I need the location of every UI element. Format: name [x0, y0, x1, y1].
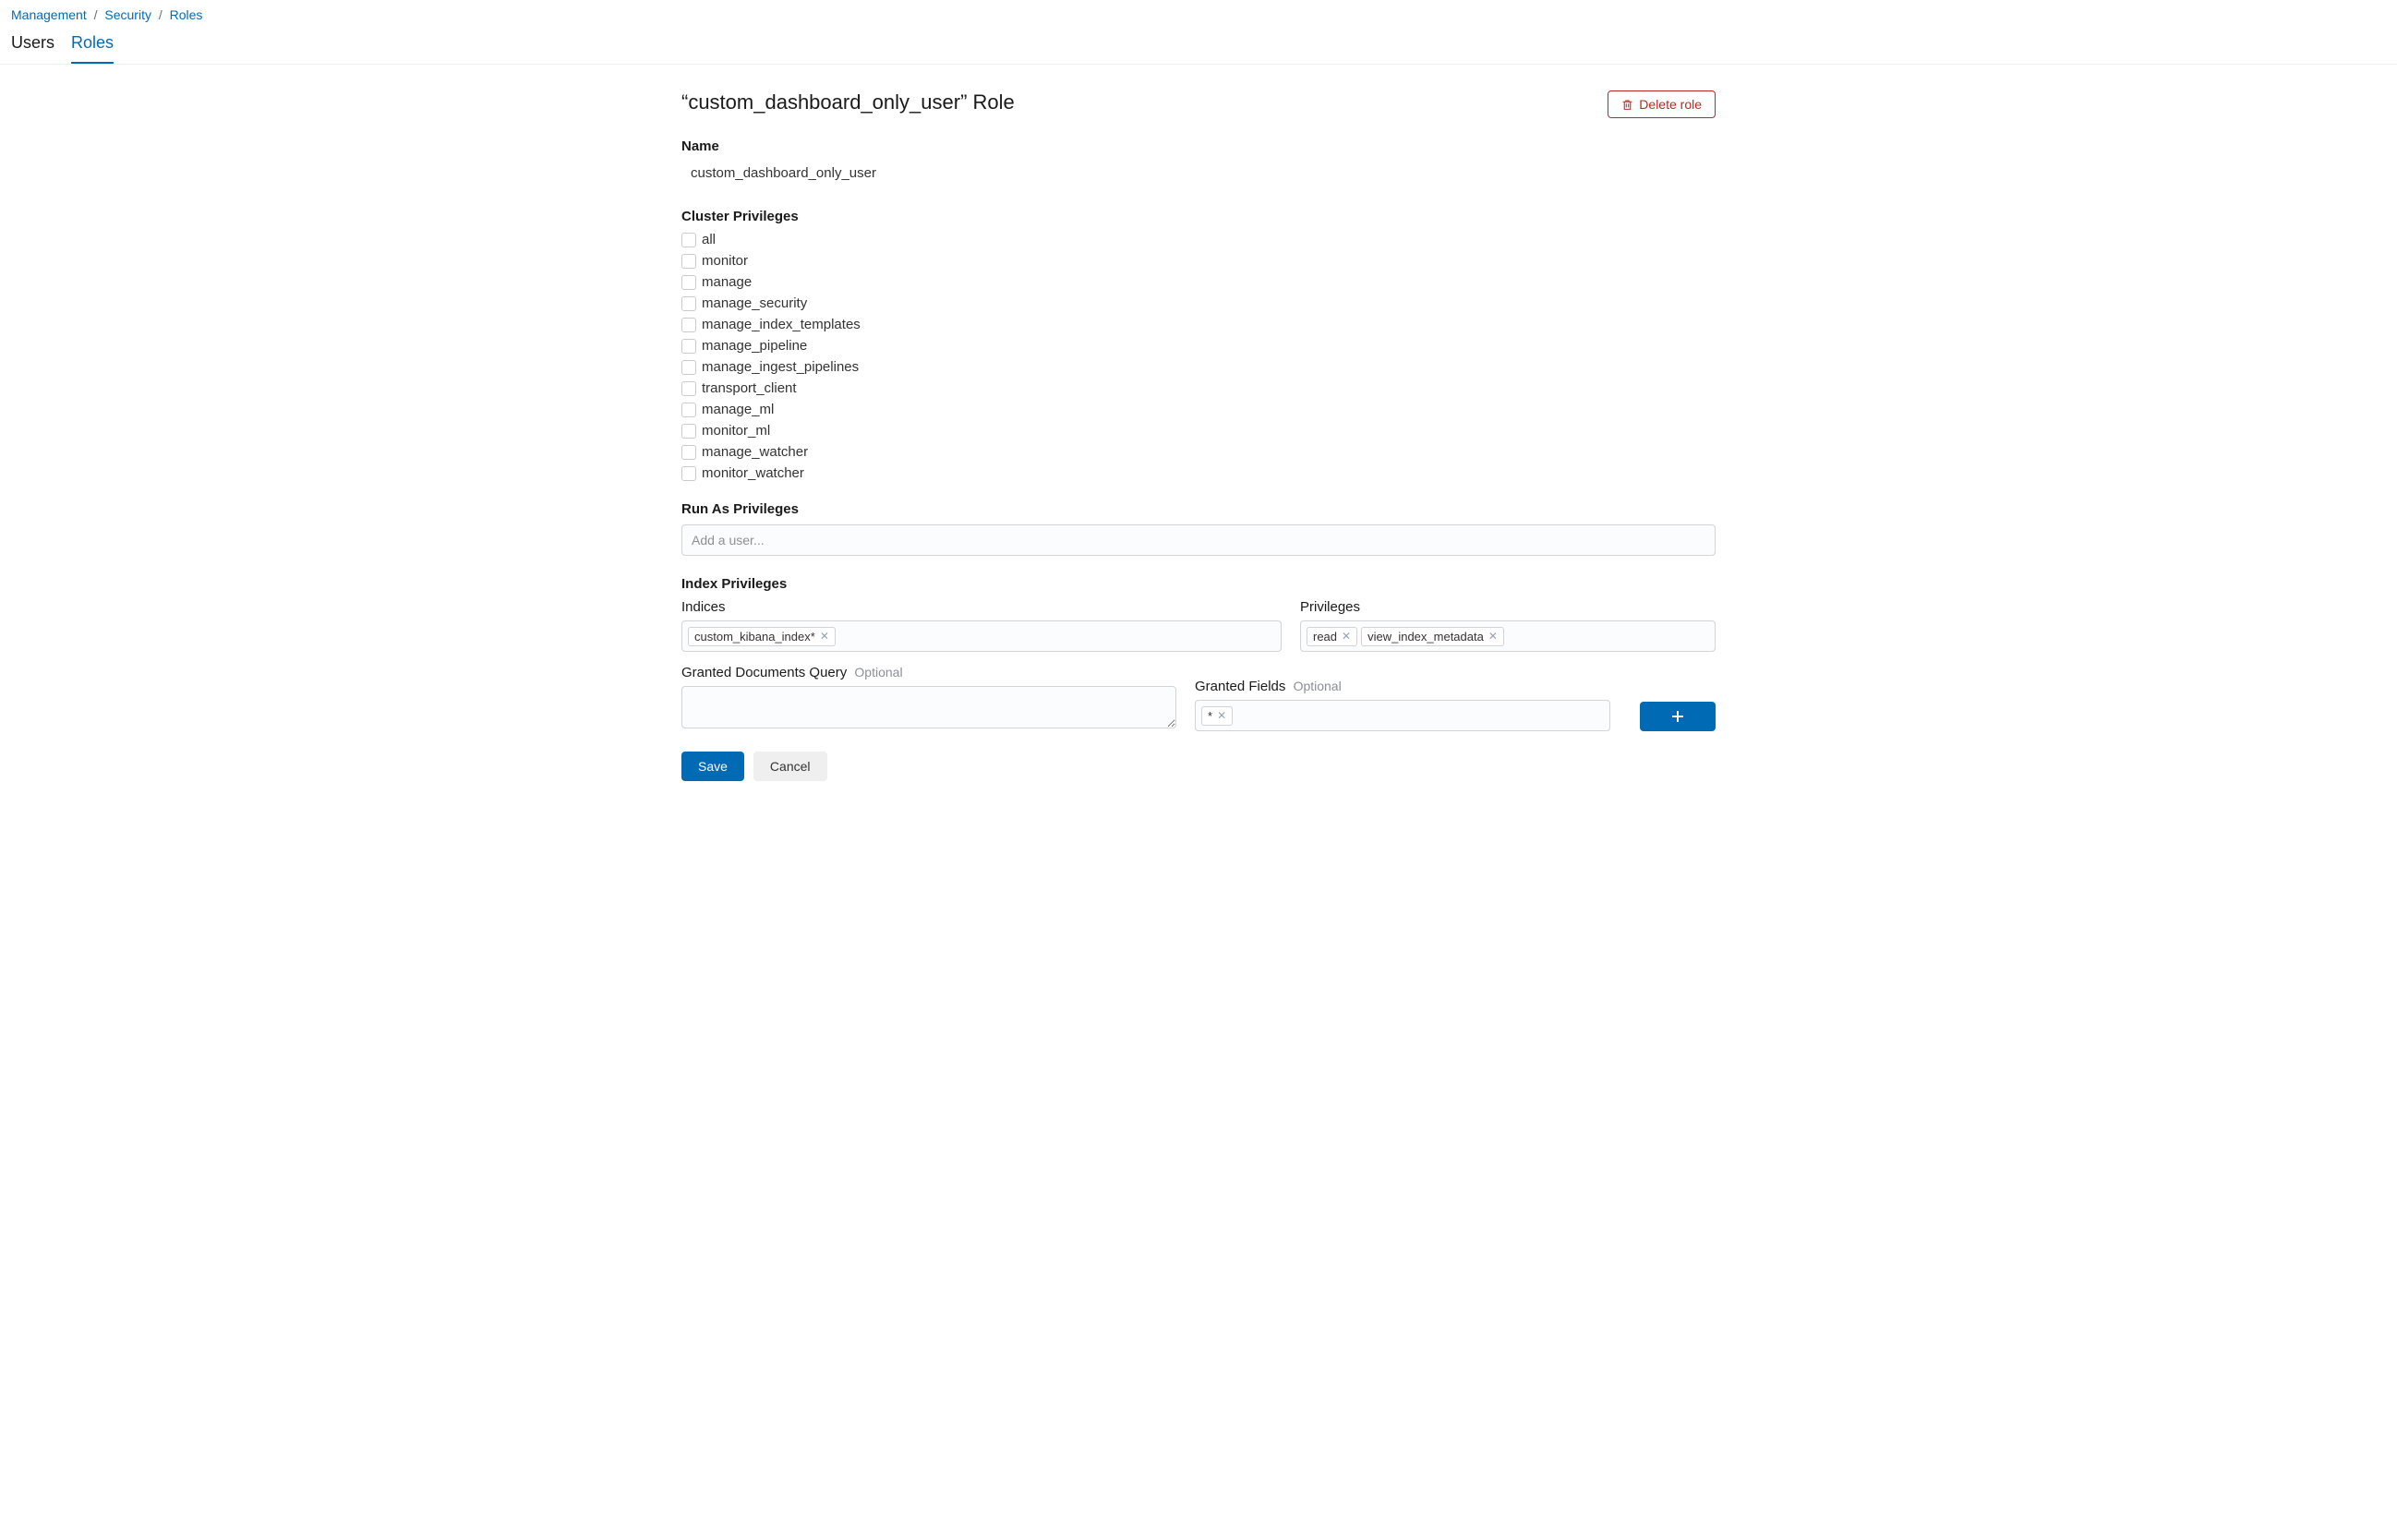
cluster-privilege-item: manage_ingest_pipelines	[681, 359, 1716, 375]
page-title: “custom_dashboard_only_user” Role	[681, 90, 1015, 114]
cluster-privilege-item: manage_ml	[681, 402, 1716, 417]
cluster-privileges-label: Cluster Privileges	[681, 209, 1716, 224]
cluster-privilege-item: manage_pipeline	[681, 338, 1716, 354]
granted-docs-label: Granted Documents Query Optional	[681, 665, 1176, 680]
privileges-combo[interactable]: read ✕ view_index_metadata ✕	[1300, 620, 1716, 652]
checkbox[interactable]	[681, 318, 696, 332]
name-label: Name	[681, 138, 1716, 154]
cluster-privilege-label: manage_pipeline	[702, 338, 807, 354]
breadcrumb-separator: /	[159, 7, 163, 22]
cluster-privilege-label: manage_ml	[702, 402, 774, 417]
breadcrumb: Management / Security / Roles	[0, 0, 2397, 28]
checkbox[interactable]	[681, 339, 696, 354]
tag-label: custom_kibana_index*	[694, 630, 815, 644]
name-value: custom_dashboard_only_user	[681, 162, 1716, 188]
delete-role-label: Delete role	[1639, 97, 1702, 112]
cluster-privilege-label: monitor_watcher	[702, 465, 804, 481]
cluster-privilege-item: manage_security	[681, 295, 1716, 311]
privileges-label: Privileges	[1300, 599, 1716, 615]
cluster-privilege-label: manage_watcher	[702, 444, 808, 460]
optional-text: Optional	[1294, 679, 1342, 693]
tag-field-0: * ✕	[1201, 706, 1233, 726]
tabs: Users Roles	[0, 28, 2397, 65]
granted-docs-query-input[interactable]	[681, 686, 1176, 728]
cluster-privilege-item: monitor_ml	[681, 423, 1716, 439]
cluster-privilege-label: manage	[702, 274, 752, 290]
granted-fields-combo[interactable]: * ✕	[1195, 700, 1610, 731]
cluster-privilege-item: all	[681, 232, 1716, 247]
remove-tag-icon[interactable]: ✕	[1217, 709, 1226, 722]
cluster-privilege-label: manage_ingest_pipelines	[702, 359, 859, 375]
add-index-privilege-button[interactable]	[1640, 702, 1716, 731]
cluster-privilege-item: monitor	[681, 253, 1716, 269]
checkbox[interactable]	[681, 424, 696, 439]
breadcrumb-security[interactable]: Security	[104, 7, 151, 22]
cluster-privilege-item: manage_watcher	[681, 444, 1716, 460]
tag-indices-0: custom_kibana_index* ✕	[688, 627, 836, 646]
cluster-privilege-label: all	[702, 232, 716, 247]
tab-roles[interactable]: Roles	[71, 28, 114, 64]
remove-tag-icon[interactable]: ✕	[1342, 630, 1351, 643]
checkbox[interactable]	[681, 381, 696, 396]
cluster-privilege-label: transport_client	[702, 380, 797, 396]
checkbox[interactable]	[681, 275, 696, 290]
tag-label: view_index_metadata	[1367, 630, 1484, 644]
checkbox[interactable]	[681, 445, 696, 460]
checkbox[interactable]	[681, 233, 696, 247]
cluster-privilege-label: manage_security	[702, 295, 807, 311]
cluster-privilege-label: manage_index_templates	[702, 317, 861, 332]
breadcrumb-roles[interactable]: Roles	[170, 7, 203, 22]
checkbox[interactable]	[681, 254, 696, 269]
cluster-privilege-item: transport_client	[681, 380, 1716, 396]
checkbox[interactable]	[681, 360, 696, 375]
checkbox[interactable]	[681, 466, 696, 481]
optional-text: Optional	[854, 665, 902, 680]
cluster-privilege-label: monitor_ml	[702, 423, 770, 439]
cluster-privilege-item: manage	[681, 274, 1716, 290]
tag-priv-1: view_index_metadata ✕	[1361, 627, 1504, 646]
run-as-input[interactable]	[681, 524, 1716, 556]
tag-priv-0: read ✕	[1307, 627, 1357, 646]
checkbox[interactable]	[681, 296, 696, 311]
indices-combo[interactable]: custom_kibana_index* ✕	[681, 620, 1282, 652]
indices-label: Indices	[681, 599, 1282, 615]
checkbox[interactable]	[681, 403, 696, 417]
cluster-privilege-label: monitor	[702, 253, 748, 269]
remove-tag-icon[interactable]: ✕	[820, 630, 829, 643]
cluster-privilege-item: monitor_watcher	[681, 465, 1716, 481]
breadcrumb-separator: /	[94, 7, 98, 22]
granted-fields-label: Granted Fields Optional	[1195, 679, 1610, 694]
index-privileges-label: Index Privileges	[681, 576, 1716, 592]
tab-users[interactable]: Users	[11, 28, 54, 64]
plus-icon	[1671, 710, 1684, 723]
run-as-label: Run As Privileges	[681, 501, 1716, 517]
cluster-privileges-list: all monitor manage manage_security manage_in…	[681, 232, 1716, 481]
cancel-button[interactable]: Cancel	[753, 752, 827, 781]
cluster-privilege-item: manage_index_templates	[681, 317, 1716, 332]
main-content: “custom_dashboard_only_user” Role Delete…	[681, 65, 1716, 818]
tag-label: read	[1313, 630, 1337, 644]
trash-icon	[1621, 99, 1633, 111]
breadcrumb-management[interactable]: Management	[11, 7, 87, 22]
save-button[interactable]: Save	[681, 752, 744, 781]
tag-label: *	[1208, 709, 1212, 723]
delete-role-button[interactable]: Delete role	[1608, 90, 1716, 118]
remove-tag-icon[interactable]: ✕	[1488, 630, 1498, 643]
